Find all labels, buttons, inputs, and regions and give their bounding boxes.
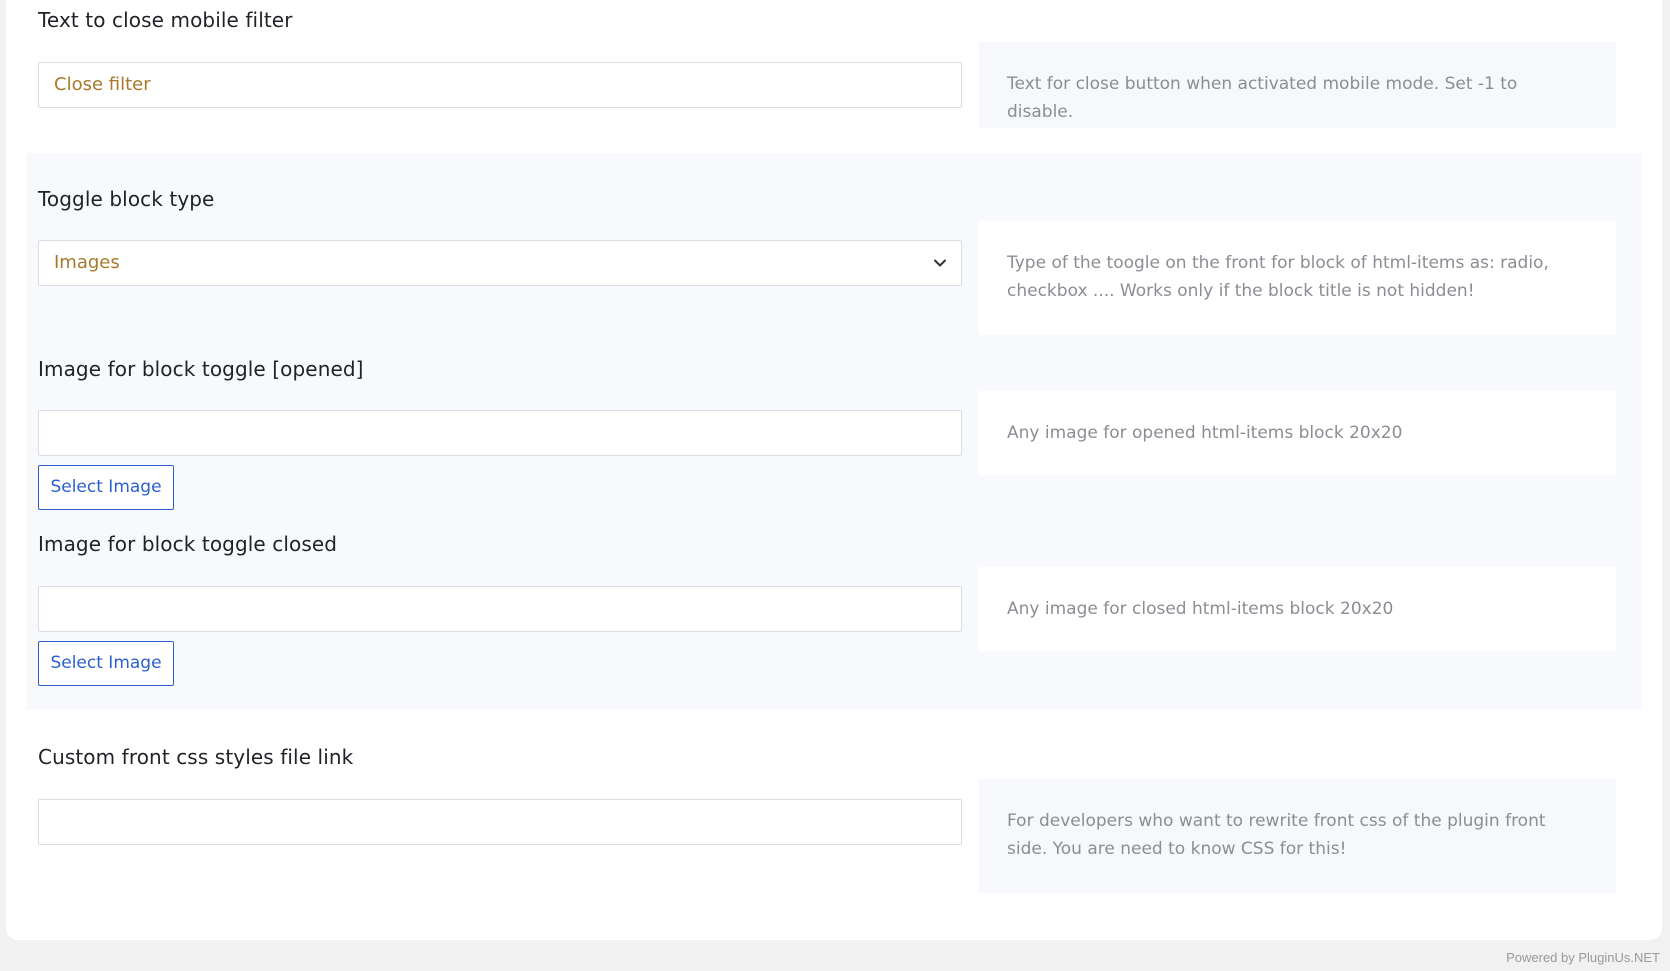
toggle-opened-input[interactable] [38, 410, 962, 456]
chevron-down-icon [934, 259, 946, 267]
toggle-type-description: Type of the toogle on the front for bloc… [978, 221, 1616, 335]
toggle-closed-label: Image for block toggle closed [38, 532, 338, 556]
select-image-opened-button[interactable]: Select Image [38, 465, 174, 510]
custom-css-input[interactable] [38, 799, 962, 845]
close-filter-label: Text to close mobile filter [38, 8, 293, 32]
toggle-closed-input[interactable] [38, 586, 962, 632]
custom-css-description: For developers who want to rewrite front… [978, 779, 1616, 893]
toggle-type-selected-value: Images [54, 252, 120, 273]
toggle-closed-description: Any image for closed html-items block 20… [978, 567, 1616, 651]
select-image-closed-button[interactable]: Select Image [38, 641, 174, 686]
toggle-type-label: Toggle block type [38, 187, 215, 211]
toggle-type-select[interactable]: Images [38, 240, 962, 286]
powered-by-footer: Powered by PluginUs.NET [1506, 950, 1660, 965]
toggle-opened-description: Any image for opened html-items block 20… [978, 391, 1616, 475]
close-filter-description: Text for close button when activated mob… [978, 42, 1616, 128]
custom-css-label: Custom front css styles file link [38, 745, 354, 769]
toggle-opened-label: Image for block toggle [opened] [38, 357, 364, 381]
close-filter-input[interactable]: Close filter [38, 62, 962, 108]
